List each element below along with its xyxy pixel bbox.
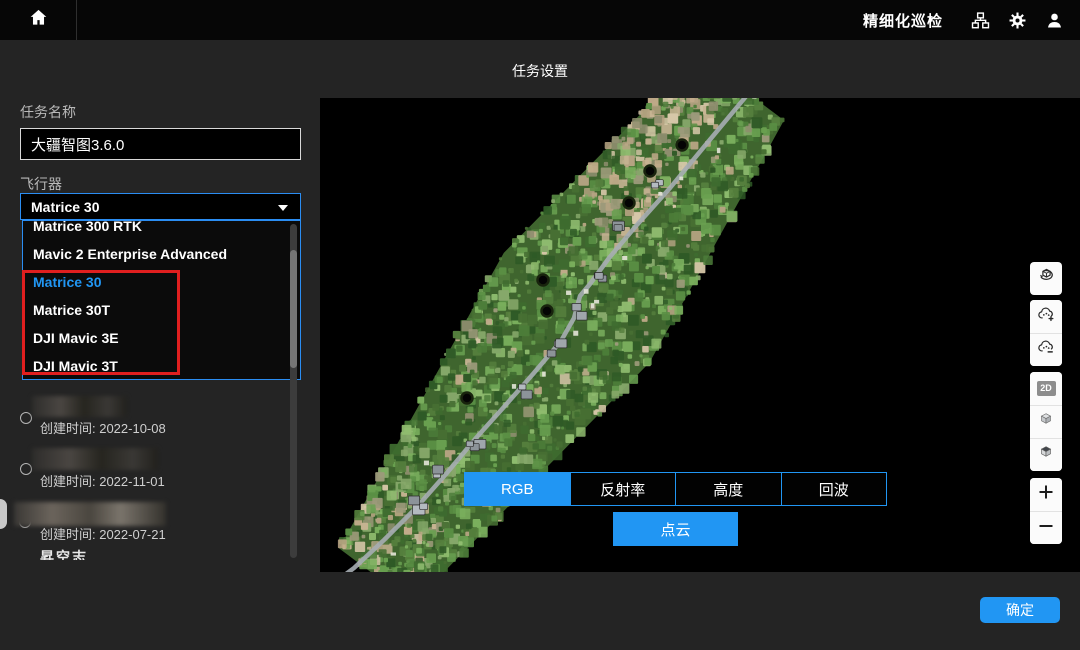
cube-dark-icon	[1037, 444, 1055, 467]
point-cloud-button[interactable]: 点云	[613, 512, 738, 546]
task-created-1: 创建时间: 2022-10-08	[40, 418, 166, 437]
task-name-input[interactable]	[20, 128, 301, 160]
panel-collapse-handle[interactable]	[0, 499, 7, 529]
cube-rotate-icon	[1037, 267, 1056, 291]
aircraft-option-dji-mavic-3e[interactable]: DJI Mavic 3E	[23, 330, 300, 352]
user-account-icon[interactable]	[1044, 10, 1064, 30]
app-title: 精细化巡检	[863, 10, 943, 31]
chevron-down-icon	[278, 205, 288, 211]
aircraft-label: 飞行器	[20, 174, 62, 194]
tab-rgb[interactable]: RGB	[464, 472, 571, 506]
tab-echo[interactable]: 回波	[782, 472, 888, 506]
cube-light-icon	[1037, 411, 1055, 434]
partial-task-item: 昇空志	[40, 547, 170, 560]
redacted-task-name-2	[32, 448, 158, 470]
left-panel-scrollbar[interactable]	[290, 224, 297, 558]
mode-3d-light-button[interactable]	[1030, 405, 1062, 438]
aircraft-selected-value: Matrice 30	[31, 199, 99, 215]
point-size-decrease-button[interactable]	[1030, 333, 1062, 366]
point-cloud-viewer[interactable]: RGB 反射率 高度 回波 点云	[320, 98, 1080, 572]
zoom-out-button[interactable]	[1030, 511, 1062, 544]
mode-2d-button[interactable]: 2D	[1030, 372, 1062, 405]
redacted-task-name-3	[14, 502, 166, 526]
cloud-plus-icon	[1037, 305, 1056, 329]
home-icon	[28, 7, 49, 33]
partial-task-label: 昇空志	[40, 549, 88, 560]
home-button[interactable]	[0, 0, 77, 40]
cloud-minus-icon	[1037, 338, 1056, 362]
settings-gear-icon[interactable]	[1007, 10, 1027, 30]
aircraft-option-matrice-30[interactable]: Matrice 30	[23, 274, 300, 296]
view-3d-reset-button[interactable]	[1030, 262, 1062, 295]
tab-height[interactable]: 高度	[676, 472, 782, 506]
render-mode-tabs: RGB 反射率 高度 回波	[464, 472, 887, 506]
task-radio-2[interactable]	[20, 463, 32, 475]
redacted-task-name-1	[32, 396, 127, 417]
mode-3d-dark-button[interactable]	[1030, 438, 1062, 471]
minus-icon	[1036, 516, 1056, 541]
confirm-button[interactable]: 确定	[980, 597, 1060, 623]
aircraft-option-dji-mavic-3t[interactable]: DJI Mavic 3T	[23, 358, 300, 380]
task-name-label: 任务名称	[20, 102, 76, 122]
2d-badge-icon: 2D	[1037, 381, 1056, 396]
tool-group-density	[1030, 300, 1062, 366]
aircraft-option-matrice-300-rtk[interactable]: Matrice 300 RTK	[23, 220, 300, 240]
task-created-2: 创建时间: 2022-11-01	[40, 471, 165, 490]
point-size-increase-button[interactable]	[1030, 300, 1062, 333]
tool-group-dimension: 2D	[1030, 372, 1062, 471]
scrollbar-thumb[interactable]	[290, 250, 297, 368]
task-radio-1[interactable]	[20, 412, 32, 424]
tool-group-view	[1030, 262, 1062, 295]
tab-reflectance[interactable]: 反射率	[571, 472, 677, 506]
page-title: 任务设置	[0, 61, 1080, 81]
tool-group-zoom	[1030, 478, 1062, 544]
aircraft-option-matrice-30t[interactable]: Matrice 30T	[23, 302, 300, 324]
sitemap-icon[interactable]	[970, 10, 990, 30]
aircraft-option-mavic2-enterprise-advanced[interactable]: Mavic 2 Enterprise Advanced	[23, 246, 300, 268]
zoom-in-button[interactable]	[1030, 478, 1062, 511]
aircraft-select[interactable]: Matrice 30	[20, 193, 301, 220]
plus-icon	[1036, 482, 1056, 507]
top-bar: 精细化巡检	[0, 0, 1080, 40]
task-created-3: 创建时间: 2022-07-21	[40, 524, 166, 543]
aircraft-dropdown-list: Matrice 300 RTK Mavic 2 Enterprise Advan…	[22, 220, 301, 380]
